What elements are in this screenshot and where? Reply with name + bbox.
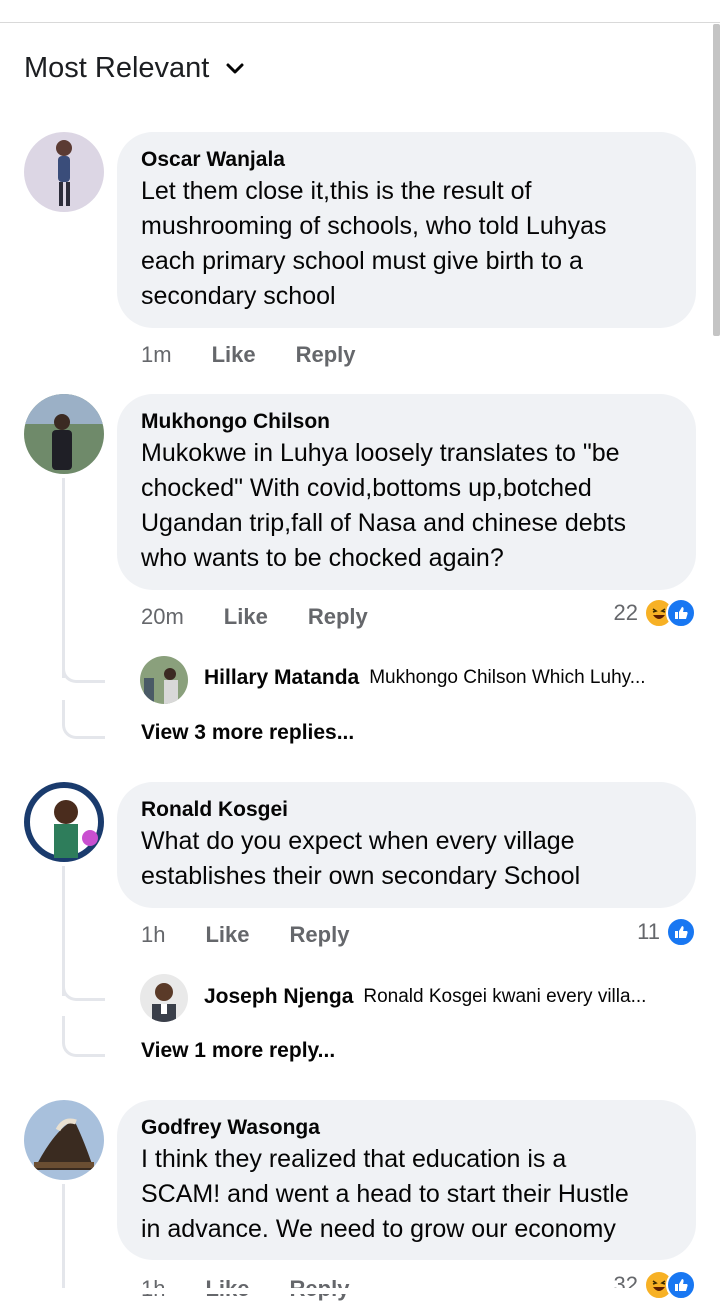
view-more-replies-link[interactable]: View 3 more replies... [141,721,354,745]
bottom-edge [0,1288,720,1294]
reaction-summary[interactable]: 11 [637,917,696,947]
comment-author[interactable]: Oscar Wanjala [141,146,672,174]
reaction-count: 22 [613,600,638,625]
comment-text-line: mushrooming of schools, who told Luhyas [141,212,607,240]
thread-line [62,866,65,996]
like-button[interactable]: Like [212,342,256,368]
comment-bubble: Mukhongo Chilson Mukokwe in Luhya loosel… [117,394,696,590]
like-reaction-icon [666,917,696,947]
comment-actions: 1h Like Reply [141,922,349,948]
comment-text-line: who wants to be chocked again? [141,544,504,572]
sort-label: Most Relevant [24,52,210,84]
reply-preview[interactable]: Joseph Njenga Ronald Kosgei kwani every … [204,985,646,1009]
comment-text-line: in advance. We need to grow our economy [141,1215,616,1243]
reaction-summary[interactable]: 22 [614,598,696,628]
avatar[interactable] [24,394,104,474]
reply-button[interactable]: Reply [296,342,356,368]
comment-text-line: What do you expect when every village [141,827,575,855]
comment-bubble: Oscar Wanjala Let them close it,this is … [117,132,696,328]
comment-text-line: chocked" With covid,bottoms up,botched [141,474,592,502]
comment-time[interactable]: 1m [141,342,172,368]
thread-branch [62,700,105,739]
thread-branch [62,660,105,683]
avatar[interactable] [24,1100,104,1180]
like-button[interactable]: Like [205,922,249,948]
thread-line [62,1184,65,1294]
avatar[interactable] [24,782,104,862]
reply-button[interactable]: Reply [290,922,350,948]
reply-preview[interactable]: Hillary Matanda Mukhongo Chilson Which L… [204,666,646,690]
like-reaction-icon [666,598,696,628]
reply-author[interactable]: Joseph Njenga [204,985,353,1009]
view-more-replies-link[interactable]: View 1 more reply... [141,1039,335,1063]
comment-time[interactable]: 20m [141,604,184,630]
comment-author[interactable]: Godfrey Wasonga [141,1114,672,1142]
comment-text-line: establishes their own secondary School [141,862,581,890]
comment-bubble: Godfrey Wasonga I think they realized th… [117,1100,696,1260]
comment-author[interactable]: Mukhongo Chilson [141,408,672,436]
comment-author[interactable]: Ronald Kosgei [141,796,672,824]
comment-text-line: Ugandan trip,fall of Nasa and chinese de… [141,509,627,537]
comment-text-line: SCAM! and went a head to start their Hus… [141,1180,629,1208]
comment-actions: 20m Like Reply [141,604,368,630]
reply-button[interactable]: Reply [308,604,368,630]
comment-actions: 1m Like Reply [141,342,356,368]
avatar[interactable] [140,974,188,1022]
chevron-down-icon [226,63,244,73]
comment-bubble: Ronald Kosgei What do you expect when ev… [117,782,696,908]
thread-branch [62,1016,105,1057]
reply-text: Ronald Kosgei kwani every villa... [363,986,647,1007]
reaction-summary[interactable]: 32 [614,1270,696,1300]
scrollbar[interactable] [713,24,720,336]
comment-text-line: I think they realized that education is … [141,1145,567,1173]
sort-dropdown[interactable]: Most Relevant [24,52,245,85]
like-reaction-icon [666,1270,696,1300]
comment-time[interactable]: 1h [141,922,165,948]
like-button[interactable]: Like [224,604,268,630]
reply-author[interactable]: Hillary Matanda [204,666,359,690]
thread-branch [62,978,105,1001]
comment-text-line: Let them close it,this is the result of [141,177,532,205]
reaction-count: 32 [613,1272,638,1297]
avatar[interactable] [140,656,188,704]
thread-line [62,478,65,678]
comment-text-line: Mukokwe in Luhya loosely translates to "… [141,439,620,467]
comment-text-line: each primary school must give birth to a [141,247,583,275]
avatar[interactable] [24,132,104,212]
comment-text-line: secondary school [141,282,336,310]
top-divider [0,22,720,23]
reaction-count: 11 [637,919,660,944]
reply-text: Mukhongo Chilson Which Luhy... [369,667,646,688]
